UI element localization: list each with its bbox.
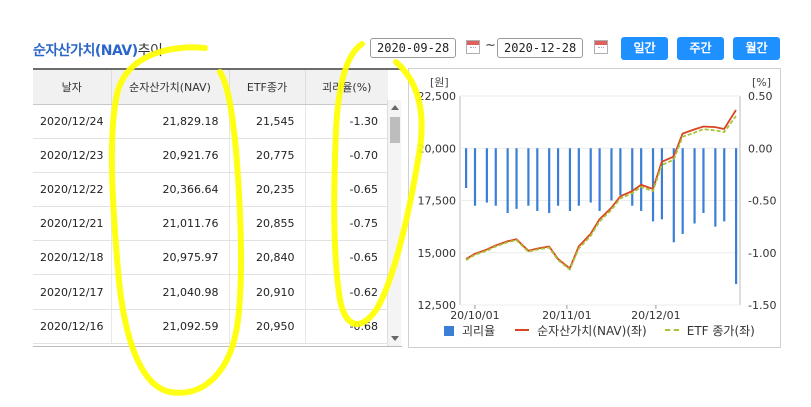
deviation-bar	[568, 148, 572, 211]
legend-etf: ETF 종가(좌)	[686, 324, 755, 338]
deviation-bar	[610, 148, 613, 201]
nav-chart: [원] [%] 22,50020,00017,50015,00012,500 0…	[418, 76, 777, 322]
deviation-bar	[693, 148, 696, 224]
right-tick-label: 0.50	[748, 90, 773, 103]
right-tick-label: -0.50	[748, 195, 776, 208]
left-tick-label: 22,500	[418, 90, 457, 103]
deviation-bar	[702, 148, 705, 214]
deviation-bar	[681, 148, 684, 234]
deviation-bar	[631, 148, 634, 206]
deviation-bar	[723, 148, 726, 222]
deviation-bar	[527, 148, 530, 206]
deviation-bar	[660, 148, 664, 220]
deviation-bar	[465, 148, 468, 188]
legend-bar-swatch	[444, 325, 454, 336]
legend-etf-swatch	[664, 328, 679, 331]
right-axis-unit: [%]	[752, 76, 771, 89]
deviation-bar	[598, 148, 601, 211]
legend-nav-swatch	[515, 328, 530, 331]
x-tick-label: 20/11/01	[542, 309, 591, 322]
left-tick-label: 20,000	[418, 142, 457, 155]
right-tick-label: -1.00	[748, 247, 776, 260]
deviation-bar	[536, 148, 539, 211]
deviation-bar	[473, 148, 477, 206]
right-tick-label: -1.50	[748, 299, 776, 312]
right-tick-label: 0.00	[748, 142, 773, 155]
deviation-bar	[485, 148, 488, 203]
left-tick-label: 17,500	[418, 195, 457, 208]
chart-legend: 괴리율 순자산가치(NAV)(좌) ETF 종가(좌)	[444, 322, 755, 339]
left-axis-unit: [원]	[430, 76, 449, 89]
x-tick-label: 20/12/01	[631, 309, 680, 322]
deviation-bar	[640, 148, 643, 211]
x-tick-label: 20/10/01	[450, 309, 499, 322]
deviation-bar	[577, 148, 580, 206]
deviation-bar	[619, 148, 622, 196]
deviation-bar	[515, 148, 518, 209]
deviation-bar	[556, 148, 560, 206]
deviation-bar	[672, 148, 675, 243]
deviation-bar	[714, 148, 717, 227]
deviation-bar	[548, 148, 551, 214]
legend-deviation: 괴리율	[462, 324, 496, 338]
deviation-bar	[735, 148, 738, 285]
deviation-bar	[494, 148, 497, 206]
legend-nav: 순자산가치(NAV)(좌)	[537, 324, 647, 338]
deviation-bar	[589, 148, 592, 203]
left-tick-label: 15,000	[418, 247, 457, 260]
deviation-bar	[506, 148, 509, 214]
